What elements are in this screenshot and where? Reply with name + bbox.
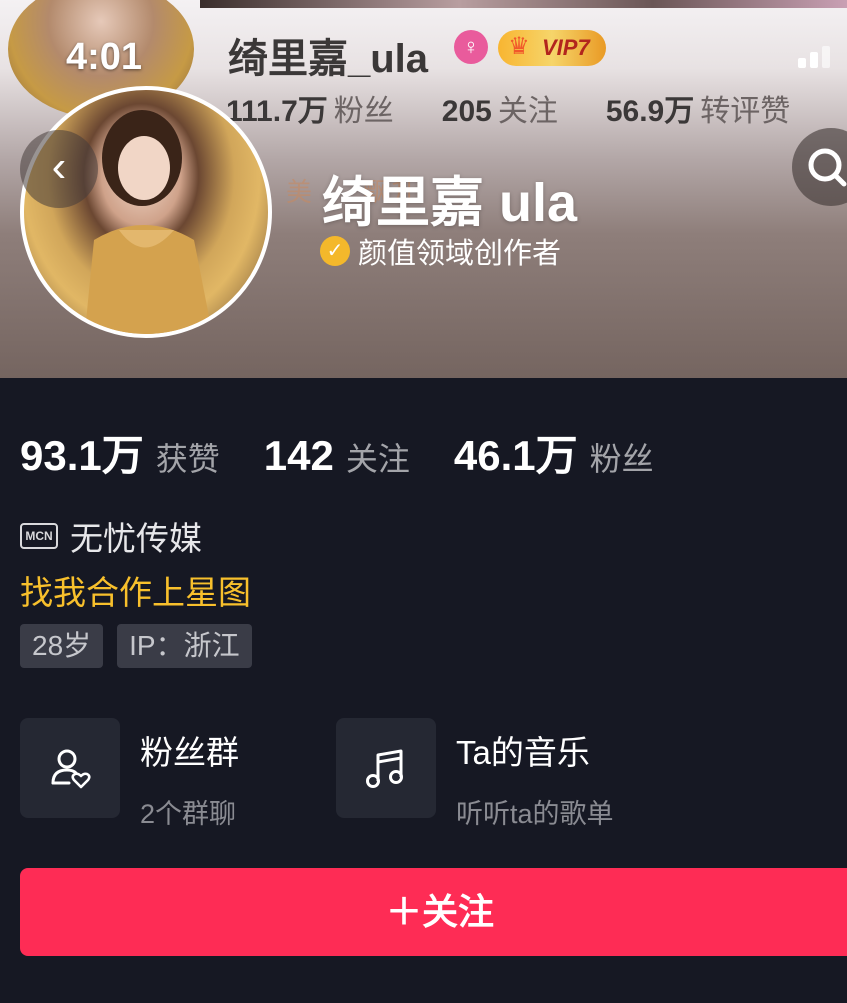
top-stat-label: 关注 (497, 95, 558, 128)
fan-group-subtitle: 2个群聊 (140, 799, 237, 829)
followers-count[interactable]: 46.1万 (454, 422, 578, 483)
music-note-icon (366, 749, 403, 788)
vip-badge: ♛ VIP7 (498, 30, 606, 66)
chevron-left-icon: ‹ (51, 142, 67, 191)
top-username: 绮里嘉_ula (228, 37, 429, 81)
likes-count[interactable]: 93.1万 (20, 422, 144, 483)
header-top-strip (200, 0, 847, 8)
cooperation-link[interactable]: 找我合作上星图 (20, 566, 251, 614)
search-icon (808, 148, 847, 187)
profile-stats: 93.1万 获赞 142 关注 46.1万 粉丝 (20, 422, 698, 483)
followers-label[interactable]: 粉丝 (590, 434, 654, 480)
mcn-row[interactable]: MCN 无忧传媒 (20, 512, 202, 560)
signal-icon (798, 44, 838, 68)
verified-label: 颜值领域创作者 (358, 238, 562, 270)
crown-icon: ♛ (508, 33, 530, 60)
profile-name: 绮里嘉 ula (322, 173, 578, 233)
profile-avatar[interactable] (20, 86, 272, 338)
ip-location-tag: IP：浙江 (117, 624, 252, 668)
top-stat-label: 粉丝 (333, 95, 394, 128)
follow-button[interactable]: ＋关注 (20, 868, 847, 956)
top-stat-value: 205 (441, 95, 492, 128)
fan-group-icon (51, 749, 91, 789)
female-gender-icon: ♀ (454, 30, 488, 64)
mcn-icon: MCN (20, 523, 58, 549)
top-stat-label: 转评赞 (700, 95, 791, 128)
music-title: Ta的音乐 (456, 734, 590, 771)
verified-check-icon: ✓ (320, 236, 350, 266)
profile-header: 4:01 绮里嘉_ula ♀ ♛ VIP7 111.7万 粉丝 205 关注 56.9万… (0, 0, 847, 378)
following-count[interactable]: 142 (264, 432, 334, 480)
video-time: 4:01 (66, 36, 143, 78)
top-stat-value: 56.9万 (605, 95, 695, 128)
profile-tags: 28岁 IP：浙江 (20, 624, 266, 668)
music-subtitle: 听听ta的歌单 (456, 799, 614, 829)
search-button[interactable] (792, 128, 847, 206)
vip-label: VIP7 (542, 35, 590, 60)
likes-label[interactable]: 获赞 (156, 434, 220, 480)
fan-group-title: 粉丝群 (140, 734, 239, 771)
top-stats-row: 111.7万 粉丝 205 关注 56.9万 转评赞 (226, 86, 838, 130)
following-label[interactable]: 关注 (346, 434, 410, 480)
music-icon-box (336, 718, 436, 818)
age-tag: 28岁 (20, 624, 104, 668)
back-button[interactable]: ‹ (20, 130, 98, 208)
top-stat-value: 111.7万 (226, 95, 328, 128)
avatar-portrait (84, 110, 213, 334)
fan-group-icon-box (20, 718, 120, 818)
fan-group-card[interactable]: 粉丝群 2个群聊 (20, 718, 239, 829)
verified-badge: ✓ 颜值领域创作者 (320, 230, 561, 272)
mcn-name: 无忧传媒 (70, 520, 202, 557)
music-card[interactable]: Ta的音乐 听听ta的歌单 (336, 718, 614, 829)
